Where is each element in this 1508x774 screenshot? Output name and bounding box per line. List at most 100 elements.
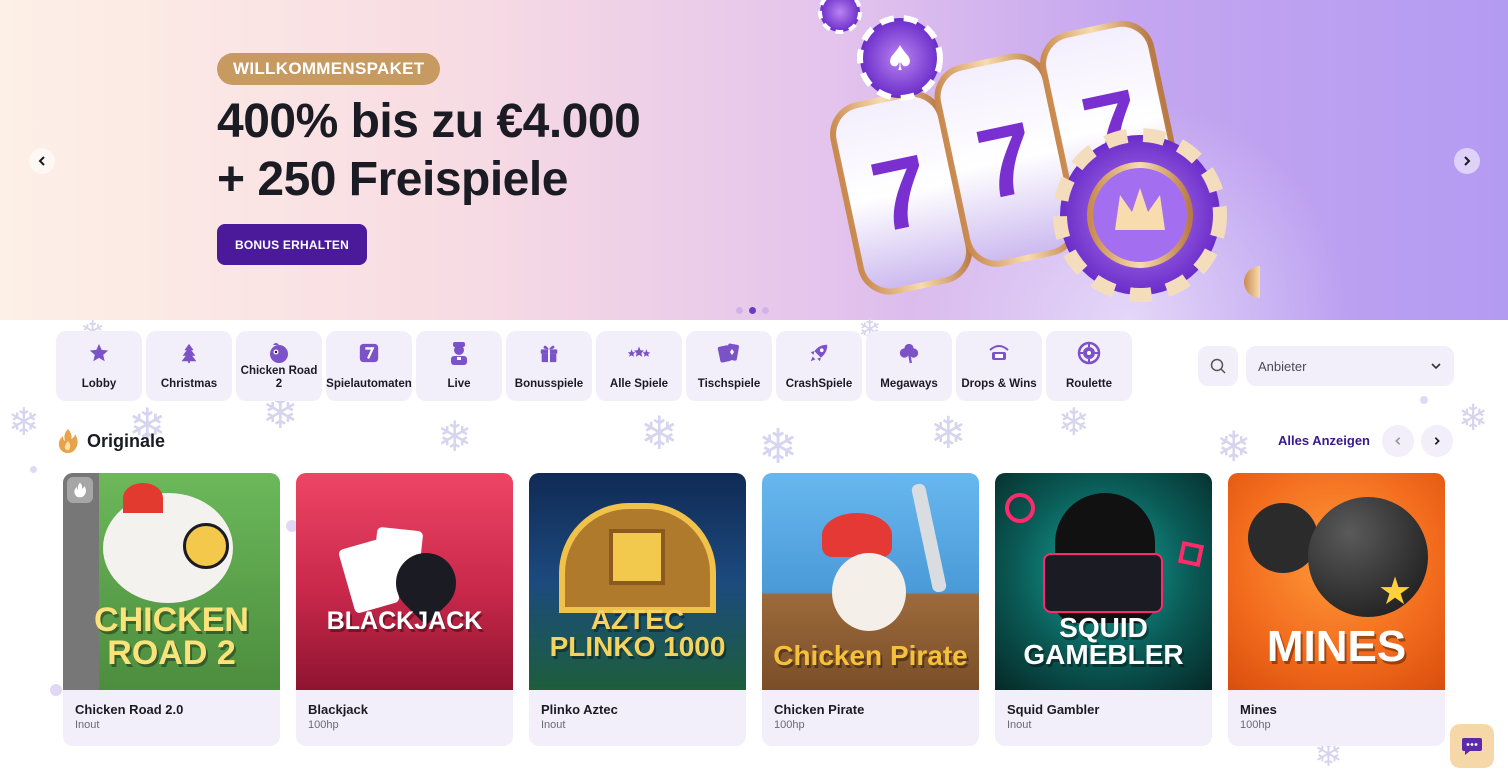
bonus-button[interactable]: BONUS ERHALTEN bbox=[217, 224, 367, 265]
games-prev-button[interactable] bbox=[1382, 425, 1414, 457]
carousel-dot[interactable] bbox=[762, 307, 769, 314]
category-label: Drops & Wins bbox=[961, 378, 1037, 390]
hero-title: 400% bis zu €4.000 + 250 Freispiele bbox=[217, 93, 777, 209]
category-label: Megaways bbox=[880, 378, 938, 390]
snow-dot bbox=[50, 684, 62, 696]
hot-badge bbox=[67, 477, 93, 503]
game-name: Chicken Road 2.0 bbox=[75, 702, 184, 717]
provider-select[interactable]: Anbieter bbox=[1246, 346, 1454, 386]
slot-seven-icon bbox=[357, 341, 381, 365]
category-label: Live bbox=[447, 378, 471, 390]
snowflake-icon: ❄ bbox=[1216, 423, 1252, 470]
game-thumbnail: AZTEC PLINKO 1000 bbox=[529, 473, 746, 690]
game-name: Plinko Aztec bbox=[541, 702, 618, 717]
game-logo: BLACKJACK bbox=[326, 606, 483, 635]
category-tab-bonusspiele[interactable]: Bonusspiele bbox=[506, 331, 592, 401]
chicken-comb bbox=[123, 483, 163, 513]
svg-text:♠: ♠ bbox=[885, 39, 915, 79]
category-tab-drops-wins[interactable]: Drops & Wins bbox=[956, 331, 1042, 401]
cards-icon bbox=[717, 341, 741, 365]
game-provider: Inout bbox=[541, 719, 566, 731]
game-logo: AZTEC PLINKO 1000 bbox=[549, 603, 726, 662]
category-label: Alle Spiele bbox=[609, 378, 669, 390]
category-tab-spielautomaten[interactable]: Spielautomaten bbox=[326, 331, 412, 401]
category-tab-lobby[interactable]: Lobby bbox=[56, 331, 142, 401]
category-label: Tischspiele bbox=[697, 378, 761, 390]
carousel-dots bbox=[736, 307, 769, 314]
hero-banner: 7 7 7 ♠ WILLKOMMENSPAKET 400% bis zu €4.… bbox=[0, 0, 1508, 320]
clover-icon bbox=[897, 341, 921, 365]
game-provider: Inout bbox=[75, 719, 100, 731]
category-label: Roulette bbox=[1066, 378, 1112, 390]
hero-next-button[interactable] bbox=[1454, 148, 1480, 174]
chevron-right-icon bbox=[1434, 437, 1440, 445]
chat-button[interactable] bbox=[1450, 724, 1494, 768]
game-thumbnail: Chicken Pirate bbox=[762, 473, 979, 690]
snow-dot bbox=[1420, 396, 1428, 404]
snowflake-icon: ❄ bbox=[1458, 397, 1489, 438]
category-label: Lobby bbox=[81, 378, 117, 390]
see-all-link[interactable]: Alles Anzeigen bbox=[1278, 433, 1370, 448]
search-button[interactable] bbox=[1198, 346, 1238, 386]
snowflake-icon: ❄ bbox=[8, 402, 40, 444]
category-nav: Lobby Christmas Chicken Road 2 Spielauto… bbox=[56, 331, 1132, 401]
category-tab-christmas[interactable]: Christmas bbox=[146, 331, 232, 401]
game-thumbnail: ★ MINES bbox=[1228, 473, 1445, 690]
gift-icon bbox=[537, 341, 561, 365]
category-tab-crashspiele[interactable]: CrashSpiele bbox=[776, 331, 862, 401]
sword bbox=[910, 482, 948, 594]
game-logo: CHICKEN ROAD 2 bbox=[94, 601, 249, 672]
square-shape bbox=[1177, 540, 1205, 568]
flame-icon bbox=[74, 482, 86, 498]
idol-face bbox=[609, 529, 665, 585]
flame-icon bbox=[58, 429, 78, 453]
game-name: Chicken Pirate bbox=[774, 702, 865, 717]
category-label: Chicken Road 2 bbox=[240, 365, 318, 390]
dealer-icon bbox=[447, 341, 471, 365]
carousel-dot-active[interactable] bbox=[749, 307, 756, 314]
game-card-blackjack[interactable]: BLACKJACK Blackjack 100hp bbox=[296, 473, 513, 746]
circle-shape bbox=[1005, 493, 1035, 523]
game-name: Blackjack bbox=[308, 702, 368, 717]
search-icon bbox=[1210, 358, 1226, 374]
drops-wins-icon bbox=[987, 341, 1011, 365]
game-card-chicken-pirate[interactable]: Chicken Pirate Chicken Pirate 100hp bbox=[762, 473, 979, 746]
category-tab-roulette[interactable]: Roulette bbox=[1046, 331, 1132, 401]
game-card-mines[interactable]: ★ MINES Mines 100hp bbox=[1228, 473, 1445, 746]
snowflake-icon: ❄ bbox=[437, 413, 473, 460]
promo-badge: WILLKOMMENSPAKET bbox=[217, 53, 441, 85]
roulette-icon bbox=[1077, 341, 1101, 365]
provider-select-value: Anbieter bbox=[1258, 358, 1307, 374]
hero-title-line2: + 250 Freispiele bbox=[217, 153, 568, 206]
game-carousel: CHICKEN ROAD 2 Chicken Road 2.0 Inout BL… bbox=[63, 473, 1445, 746]
game-logo: MINES bbox=[1266, 621, 1407, 671]
category-label: Bonusspiele bbox=[514, 378, 584, 390]
game-card-chicken-road-2[interactable]: CHICKEN ROAD 2 Chicken Road 2.0 Inout bbox=[63, 473, 280, 746]
game-card-plinko-aztec[interactable]: AZTEC PLINKO 1000 Plinko Aztec Inout bbox=[529, 473, 746, 746]
category-label: Spielautomaten bbox=[326, 378, 412, 390]
category-tab-chicken-road-2[interactable]: Chicken Road 2 bbox=[236, 331, 322, 401]
slot-machine-illustration: 7 7 7 ♠ bbox=[818, 0, 1260, 302]
game-provider: 100hp bbox=[308, 719, 339, 731]
category-tab-live[interactable]: Live bbox=[416, 331, 502, 401]
snowflake-icon: ❄ bbox=[758, 421, 799, 474]
game-thumbnail: SQUID GAMEBLER bbox=[995, 473, 1212, 690]
rocket-icon bbox=[807, 341, 831, 365]
games-next-button[interactable] bbox=[1421, 425, 1453, 457]
category-tab-megaways[interactable]: Megaways bbox=[866, 331, 952, 401]
star-icon bbox=[87, 341, 111, 365]
santa-hat bbox=[822, 513, 892, 557]
game-provider: 100hp bbox=[774, 719, 805, 731]
game-logo: SQUID GAMEBLER bbox=[1023, 611, 1184, 670]
chevron-left-icon bbox=[38, 156, 45, 166]
category-tab-alle-spiele[interactable]: Alle Spiele bbox=[596, 331, 682, 401]
chicken-eye bbox=[183, 523, 229, 569]
snow-dot bbox=[30, 466, 37, 473]
game-card-squid-gambler[interactable]: SQUID GAMEBLER Squid Gambler Inout bbox=[995, 473, 1212, 746]
hero-prev-button[interactable] bbox=[29, 148, 55, 174]
category-label: Christmas bbox=[160, 378, 218, 390]
chevron-down-icon bbox=[1431, 363, 1441, 370]
chevron-left-icon bbox=[1395, 437, 1401, 445]
category-tab-tischspiele[interactable]: Tischspiele bbox=[686, 331, 772, 401]
carousel-dot[interactable] bbox=[736, 307, 743, 314]
